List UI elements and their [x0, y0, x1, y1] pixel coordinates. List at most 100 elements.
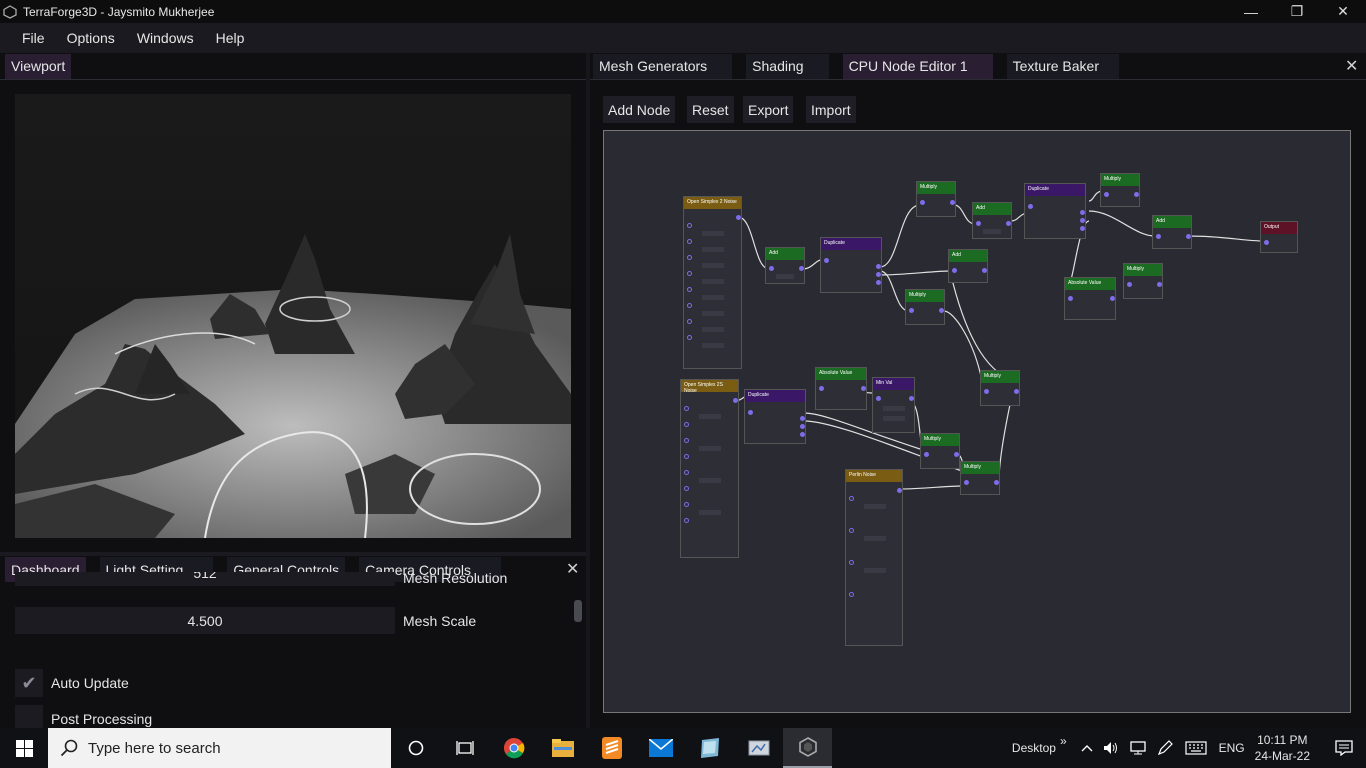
- mail-icon[interactable]: [636, 728, 685, 768]
- minimize-button[interactable]: —: [1228, 0, 1274, 23]
- node-absolute-value[interactable]: Absolute Value: [815, 367, 867, 410]
- node-duplicate[interactable]: Duplicate: [744, 389, 806, 444]
- import-button[interactable]: Import: [806, 96, 856, 123]
- menu-windows[interactable]: Windows: [126, 30, 205, 46]
- input-pin[interactable]: [684, 422, 689, 427]
- tab-texture-baker[interactable]: Texture Baker: [1006, 53, 1119, 79]
- node-multiply[interactable]: Multiply: [1123, 263, 1163, 299]
- clock[interactable]: 10:11 PM 24-Mar-22: [1255, 732, 1310, 764]
- input-pin[interactable]: [849, 496, 854, 501]
- node-field[interactable]: [699, 478, 721, 483]
- network-icon[interactable]: [1129, 741, 1147, 755]
- output-pin[interactable]: [733, 398, 738, 403]
- node-perlin-noise[interactable]: Perlin Noise: [845, 469, 903, 646]
- cortana-icon[interactable]: [391, 728, 440, 768]
- output-pin[interactable]: [1006, 221, 1011, 226]
- input-pin[interactable]: [1028, 204, 1033, 209]
- input-pin[interactable]: [684, 518, 689, 523]
- node-field[interactable]: [702, 311, 724, 316]
- tab-viewport[interactable]: Viewport: [5, 53, 72, 79]
- node-field[interactable]: [864, 568, 886, 573]
- chevron-up-icon[interactable]: [1081, 744, 1093, 752]
- node-field[interactable]: [702, 327, 724, 332]
- notifications-button[interactable]: [1322, 728, 1366, 768]
- input-pin[interactable]: [984, 389, 989, 394]
- tab-mesh-generators[interactable]: Mesh Generators: [593, 53, 733, 79]
- screen-capture-icon[interactable]: [734, 728, 783, 768]
- output-pin[interactable]: [1157, 282, 1162, 287]
- pen-icon[interactable]: [1157, 740, 1173, 756]
- close-window-button[interactable]: ✕: [1320, 0, 1366, 23]
- node-absolute-value[interactable]: Absolute Value: [1064, 277, 1116, 320]
- file-explorer-icon[interactable]: [538, 728, 587, 768]
- node-field[interactable]: [699, 446, 721, 451]
- input-pin[interactable]: [849, 560, 854, 565]
- output-pin[interactable]: [1186, 234, 1191, 239]
- mesh-scale-field[interactable]: 4.500: [15, 607, 395, 634]
- tab-cpu-node-editor[interactable]: CPU Node Editor 1: [842, 53, 993, 79]
- output-pin[interactable]: [909, 396, 914, 401]
- output-pin[interactable]: [861, 386, 866, 391]
- node-multiply[interactable]: Multiply: [1100, 173, 1140, 207]
- maximize-button[interactable]: ❐: [1274, 0, 1320, 23]
- node-add[interactable]: Add: [948, 249, 988, 283]
- add-node-button[interactable]: Add Node: [603, 96, 676, 123]
- node-field[interactable]: [983, 229, 1001, 234]
- menu-options[interactable]: Options: [56, 30, 126, 46]
- notes-app-icon[interactable]: [685, 728, 734, 768]
- node-add[interactable]: Add: [1152, 215, 1192, 249]
- taskbar-search[interactable]: Type here to search: [48, 728, 391, 768]
- sublime-text-icon[interactable]: [587, 728, 636, 768]
- output-pin[interactable]: [800, 432, 805, 437]
- node-multiply[interactable]: Multiply: [960, 461, 1000, 495]
- reset-button[interactable]: Reset: [687, 96, 734, 123]
- language-indicator[interactable]: ENG: [1219, 741, 1245, 755]
- input-pin[interactable]: [876, 396, 881, 401]
- input-pin[interactable]: [1068, 296, 1073, 301]
- output-pin[interactable]: [876, 264, 881, 269]
- input-pin[interactable]: [748, 410, 753, 415]
- output-pin[interactable]: [876, 280, 881, 285]
- input-pin[interactable]: [684, 438, 689, 443]
- input-pin[interactable]: [769, 266, 774, 271]
- export-button[interactable]: Export: [743, 96, 794, 123]
- node-duplicate[interactable]: Duplicate: [820, 237, 882, 293]
- node-multiply[interactable]: Multiply: [920, 433, 960, 469]
- input-pin[interactable]: [976, 221, 981, 226]
- input-pin[interactable]: [819, 386, 824, 391]
- input-pin[interactable]: [684, 406, 689, 411]
- node-add[interactable]: Add: [972, 202, 1012, 239]
- node-field[interactable]: [702, 231, 724, 236]
- input-pin[interactable]: [952, 268, 957, 273]
- output-pin[interactable]: [950, 200, 955, 205]
- node-multiply[interactable]: Multiply: [905, 289, 945, 325]
- input-pin[interactable]: [687, 287, 692, 292]
- output-pin[interactable]: [1134, 192, 1139, 197]
- keyboard-icon[interactable]: [1185, 741, 1207, 755]
- output-pin[interactable]: [1080, 226, 1085, 231]
- node-multiply[interactable]: Multiply: [916, 181, 956, 217]
- input-pin[interactable]: [824, 258, 829, 263]
- output-pin[interactable]: [1110, 296, 1115, 301]
- input-pin[interactable]: [684, 486, 689, 491]
- output-pin[interactable]: [800, 424, 805, 429]
- output-pin[interactable]: [876, 272, 881, 277]
- input-pin[interactable]: [1264, 240, 1269, 245]
- node-field[interactable]: [702, 263, 724, 268]
- chrome-icon[interactable]: [489, 728, 538, 768]
- output-pin[interactable]: [939, 308, 944, 313]
- input-pin[interactable]: [909, 308, 914, 313]
- output-pin[interactable]: [982, 268, 987, 273]
- input-pin[interactable]: [684, 502, 689, 507]
- input-pin[interactable]: [687, 255, 692, 260]
- node-output[interactable]: Output: [1260, 221, 1298, 253]
- node-field[interactable]: [702, 295, 724, 300]
- input-pin[interactable]: [684, 454, 689, 459]
- node-field[interactable]: [864, 504, 886, 509]
- input-pin[interactable]: [687, 319, 692, 324]
- start-button[interactable]: [0, 728, 48, 768]
- output-pin[interactable]: [1080, 218, 1085, 223]
- chevron-right-icon[interactable]: »: [1060, 734, 1067, 748]
- node-field[interactable]: [702, 247, 724, 252]
- post-processing-checkbox[interactable]: [15, 705, 43, 728]
